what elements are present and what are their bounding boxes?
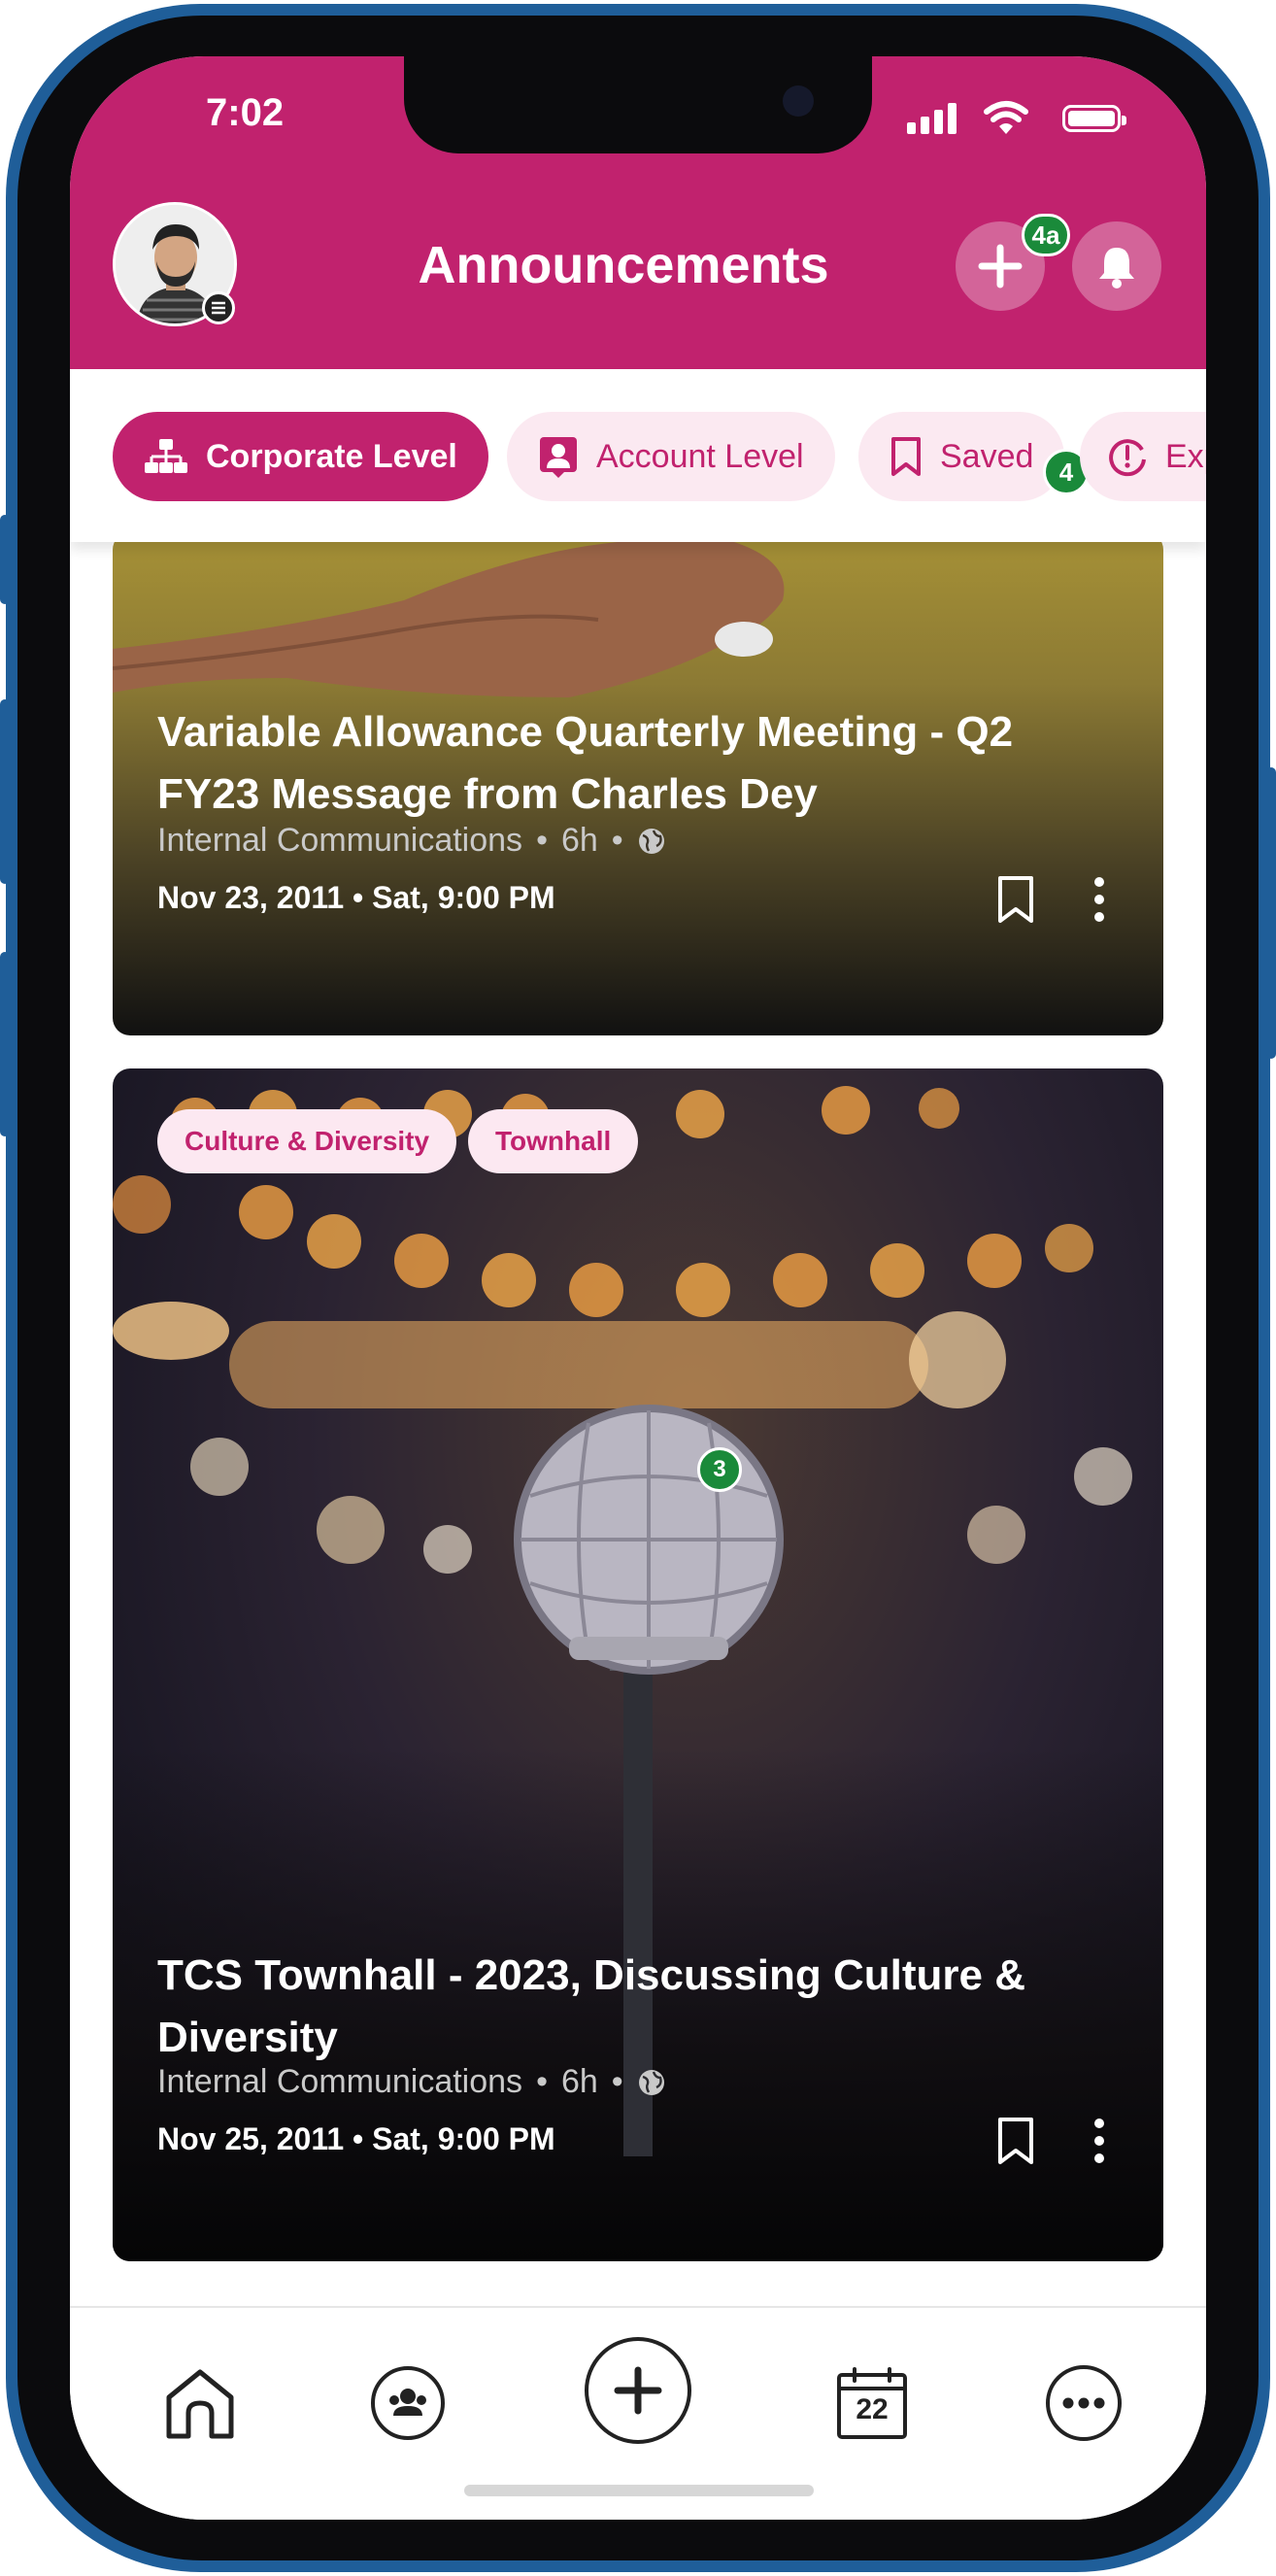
post-meta: Internal Communications • 6h •: [157, 822, 666, 860]
tab-saved-label: Saved: [940, 437, 1034, 475]
account-card-icon: [538, 435, 579, 478]
filter-tabs: Corporate Level Account Level Saved 4 Ex…: [70, 369, 1206, 542]
status-time: 7:02: [206, 91, 285, 134]
bookmark-icon[interactable]: [994, 874, 1037, 925]
globe-icon: [638, 828, 664, 854]
post-author: Internal Communications: [157, 2063, 523, 2100]
tab-expiring-label: Exp: [1165, 437, 1206, 475]
create-icon: [585, 2337, 691, 2444]
side-button-volume-down: [0, 952, 10, 1136]
post-author: Internal Communications: [157, 822, 523, 859]
tab-saved[interactable]: Saved: [858, 412, 1065, 501]
announcement-feed[interactable]: Variable Allowance Quarterly Meeting - Q…: [70, 542, 1206, 2310]
home-indicator[interactable]: [464, 2485, 814, 2496]
signal-icon: [907, 103, 959, 134]
more-options-icon[interactable]: [1091, 874, 1107, 925]
nav-community[interactable]: [353, 2349, 462, 2457]
calendar-day: 22: [856, 2393, 889, 2425]
globe-icon: [638, 2069, 664, 2095]
side-button-volume-up: [0, 699, 10, 884]
tab-account-level[interactable]: Account Level: [507, 412, 835, 501]
more-icon: [1046, 2365, 1122, 2441]
post-title[interactable]: TCS Townhall - 2023, Discussing Culture …: [157, 1945, 1031, 2069]
post-title[interactable]: Variable Allowance Quarterly Meeting - Q…: [157, 701, 1031, 826]
tab-corporate-level[interactable]: Corporate Level: [113, 412, 488, 501]
post-age: 6h: [560, 822, 598, 859]
announcement-card[interactable]: Variable Allowance Quarterly Meeting - Q…: [113, 542, 1163, 1035]
tag-culture-diversity[interactable]: Culture & Diversity: [157, 1109, 457, 1173]
plus-icon: [978, 244, 1023, 288]
post-age: 6h: [560, 2063, 598, 2100]
create-badge: 4a: [1022, 214, 1070, 256]
front-camera: [783, 85, 814, 117]
side-button-action: [0, 515, 10, 604]
camera-notch: [404, 56, 872, 153]
announcement-card[interactable]: Culture & Diversity Townhall 3 TCS Townh…: [113, 1068, 1163, 2261]
battery-icon: [1062, 105, 1126, 132]
more-options-icon[interactable]: [1091, 2116, 1107, 2166]
nav-create[interactable]: [583, 2335, 693, 2446]
nav-more[interactable]: [1029, 2349, 1138, 2457]
page-title: Announcements: [418, 236, 829, 294]
bookmark-icon: [890, 436, 923, 477]
app-header: 7:02 Announcements 4a: [70, 56, 1206, 369]
post-date: Nov 25, 2011 • Sat, 9:00 PM: [157, 2121, 555, 2156]
tab-corporate-level-label: Corporate Level: [206, 437, 457, 475]
post-photo-hand: [113, 542, 785, 697]
expiring-clock-icon: [1107, 436, 1148, 477]
tab-expiring[interactable]: Exp: [1080, 412, 1206, 501]
post-meta: Internal Communications • 6h •: [157, 2063, 666, 2101]
nav-calendar[interactable]: 22: [818, 2349, 926, 2457]
tab-account-level-label: Account Level: [596, 437, 804, 475]
post-date: Nov 23, 2011 • Sat, 9:00 PM: [157, 880, 555, 915]
side-button-power: [1266, 767, 1276, 1059]
app-screen: 7:02 Announcements 4a Corporate Level Ac…: [70, 56, 1206, 2520]
bookmark-icon[interactable]: [994, 2116, 1037, 2166]
profile-menu-icon[interactable]: [202, 291, 235, 324]
tag-townhall[interactable]: Townhall: [468, 1109, 639, 1173]
org-chart-icon: [144, 437, 188, 476]
community-icon: [371, 2366, 445, 2440]
home-icon: [166, 2369, 234, 2439]
notifications-button[interactable]: [1072, 221, 1161, 311]
nav-home[interactable]: [146, 2349, 254, 2457]
image-badge: 3: [697, 1447, 742, 1492]
bell-icon: [1099, 248, 1134, 288]
wifi-icon: [984, 101, 1028, 134]
